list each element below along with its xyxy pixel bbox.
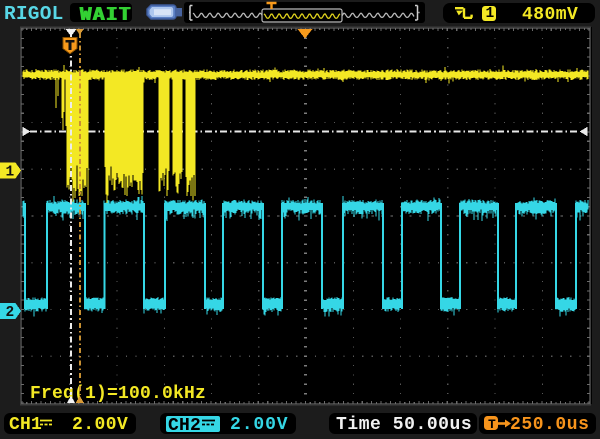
svg-text:2: 2 (6, 305, 15, 321)
svg-text:Freq(1)=100.0kHz: Freq(1)=100.0kHz (30, 384, 206, 404)
svg-text:1: 1 (6, 165, 15, 181)
